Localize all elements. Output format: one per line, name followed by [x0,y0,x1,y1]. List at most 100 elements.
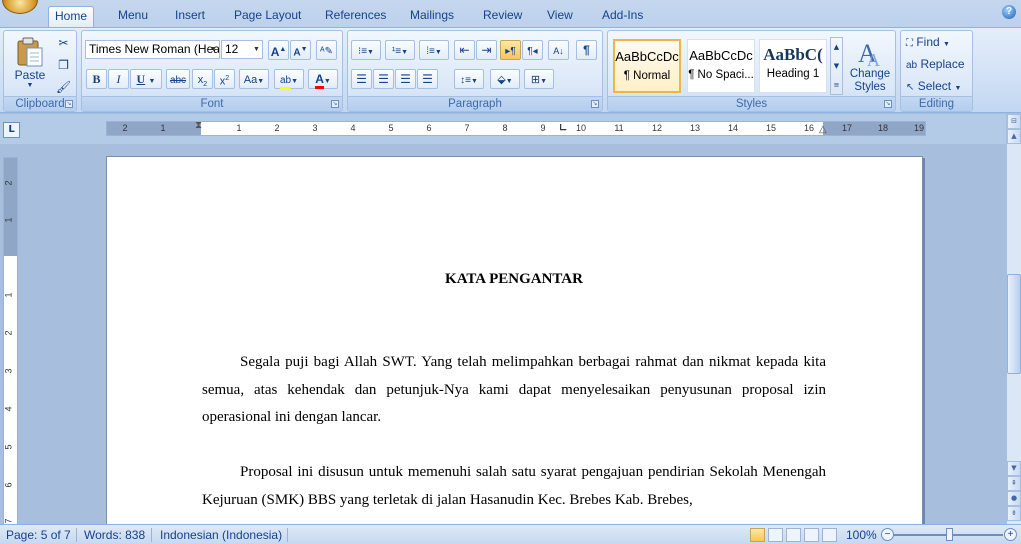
chevron-down-icon[interactable]: ▼ [251,41,262,58]
paragraph-launcher[interactable]: ↘ [591,100,599,108]
scroll-down-button[interactable]: ▼ [1007,461,1021,476]
style-normal[interactable]: AaBbCcDc ¶ Normal [613,39,681,93]
tab-references[interactable]: References [319,6,392,26]
clear-formatting-button[interactable]: ᴬ✎ [316,40,337,60]
chevron-down-icon[interactable]: ▼ [208,41,219,58]
tab-selector-button[interactable]: L [3,122,20,138]
bold-button[interactable]: B [86,69,107,89]
align-right-button[interactable]: ☰ [395,69,416,89]
tab-insert[interactable]: Insert [169,6,211,26]
vertical-scrollbar[interactable]: ⊟ ▲ ▼ ⇞ ● ⇟ [1006,114,1021,524]
chevron-down-icon: ▼ [505,78,513,85]
ruler-tick: 1 [236,123,242,133]
gallery-more-icon[interactable]: ≡ [831,76,842,94]
change-styles-button[interactable]: A A Change Styles [846,35,894,95]
help-icon[interactable]: ? [1002,5,1016,19]
italic-button[interactable]: I [108,69,129,89]
select-browse-object-button[interactable]: ● [1007,491,1021,506]
language-status[interactable]: Indonesian (Indonesia) [160,528,282,542]
change-case-button[interactable]: Aa▼ [239,69,269,89]
tab-stop-marker[interactable]: ∟ [559,123,567,134]
align-left-button[interactable]: ☰ [351,69,372,89]
clipboard-launcher[interactable]: ↘ [65,100,73,108]
next-page-button[interactable]: ⇟ [1007,506,1021,521]
find-button[interactable]: ⛶ Find ▼ [905,33,970,52]
tab-view[interactable]: View [541,6,579,26]
format-painter-button[interactable]: 🖌 [53,77,74,97]
shading-button[interactable]: ⬙▼ [490,69,520,89]
line-spacing-button[interactable]: ↕≡▼ [454,69,484,89]
tab-menu[interactable]: Menu [112,6,154,26]
scroll-up-button[interactable]: ▲ [1007,129,1021,144]
chevron-down-icon[interactable]: ▼ [831,57,842,76]
align-center-button[interactable]: ☰ [373,69,394,89]
strikethrough-button[interactable]: abc [166,69,190,89]
print-layout-view-button[interactable] [750,528,765,542]
outline-view-button[interactable] [804,528,819,542]
paragraph-group: ⁝≡▼ ¹≡▼ ⁞≡▼ ⇤ ⇥ ▸¶ ¶◂ A↓ ¶ ☰ ☰ ☰ ☰ ↕≡▼ ⬙… [347,30,603,112]
font-color-button[interactable]: A▼ [308,69,338,89]
tab-add-ins[interactable]: Add-Ins [596,6,649,26]
show-formatting-button[interactable]: ¶ [576,40,597,60]
tab-review[interactable]: Review [477,6,528,26]
styles-launcher[interactable]: ↘ [884,100,892,108]
increase-indent-button[interactable]: ⇥ [476,40,497,60]
justify-button[interactable]: ☰ [417,69,438,89]
style-no-spacing[interactable]: AaBbCcDc ¶ No Spaci... [687,39,755,93]
ruler-view-icon[interactable]: ⊟ [1007,114,1021,129]
page-count-status[interactable]: Page: 5 of 7 [6,528,71,542]
subscript-button[interactable]: x2 [192,69,213,89]
multilevel-list-button[interactable]: ⁞≡▼ [419,40,449,60]
paste-button[interactable]: Paste ▼ [8,33,52,91]
word-count-status[interactable]: Words: 838 [84,528,145,542]
ruler-tick: 2 [3,180,14,186]
highlight-button[interactable]: ab▼ [274,69,304,90]
style-heading-1[interactable]: AaBbC( Heading 1 [759,39,827,93]
borders-button[interactable]: ⊞▼ [524,69,554,89]
bullets-button[interactable]: ⁝≡▼ [351,40,381,60]
ruler-tick: 3 [3,368,14,374]
superscript-button[interactable]: x2 [214,69,235,89]
office-button[interactable] [2,0,38,14]
zoom-level[interactable]: 100% [846,528,877,542]
shrink-font-icon: A▼ [293,46,308,59]
full-screen-reading-view-button[interactable] [768,528,783,542]
web-layout-view-button[interactable] [786,528,801,542]
font-size-combo[interactable]: 12 ▼ [221,40,263,59]
copy-button[interactable]: ❐ [53,55,74,75]
tab-home[interactable]: Home [48,6,95,27]
font-family-combo[interactable]: Times New Roman (Hea ▼ [85,40,220,59]
numbering-button[interactable]: ¹≡▼ [385,40,415,60]
right-indent-marker[interactable]: △ [819,124,827,135]
tab-mailings[interactable]: Mailings [404,6,460,26]
underline-button[interactable]: U ▼ [130,69,162,89]
rtl-button[interactable]: ¶◂ [522,40,543,60]
decrease-indent-button[interactable]: ⇤ [454,40,475,60]
pilcrow-icon: ¶ [583,43,590,57]
zoom-in-button[interactable]: + [1004,528,1017,541]
select-button[interactable]: ↖ Select ▼ [905,77,970,96]
chevron-up-icon[interactable]: ▲ [831,38,842,57]
font-launcher[interactable]: ↘ [331,100,339,108]
shrink-font-button[interactable]: A▼ [290,40,311,60]
underline-icon: U [136,72,146,86]
vertical-ruler[interactable]: 2 1 1 2 3 4 5 6 7 [3,157,18,525]
indent-marker[interactable]: ⧗ [195,120,202,131]
draft-view-button[interactable] [822,528,837,542]
sort-button[interactable]: A↓ [548,40,569,60]
grow-font-button[interactable]: A▲ [268,40,289,60]
tab-page-layout[interactable]: Page Layout [228,6,307,26]
chevron-down-icon: ▼ [257,78,265,85]
previous-page-button[interactable]: ⇞ [1007,476,1021,491]
cut-button[interactable]: ✂ [53,33,74,53]
left-to-right-icon: ▸¶ [505,46,516,57]
style-name: ¶ No Spaci... [688,69,754,81]
styles-gallery-scroller[interactable]: ▲ ▼ ≡ [830,37,843,95]
document-page[interactable]: KATA PENGANTAR Segala puji bagi Allah SW… [106,156,923,524]
horizontal-ruler[interactable]: 2 1 1 2 3 4 5 6 7 8 9 10 11 12 13 14 15 … [106,120,926,136]
ltr-button[interactable]: ▸¶ [500,40,521,60]
ruler-tick: 19 [913,123,925,133]
replace-button[interactable]: ab Replace [905,55,970,74]
scrollbar-thumb[interactable] [1007,274,1021,374]
zoom-slider-thumb[interactable] [946,528,953,541]
